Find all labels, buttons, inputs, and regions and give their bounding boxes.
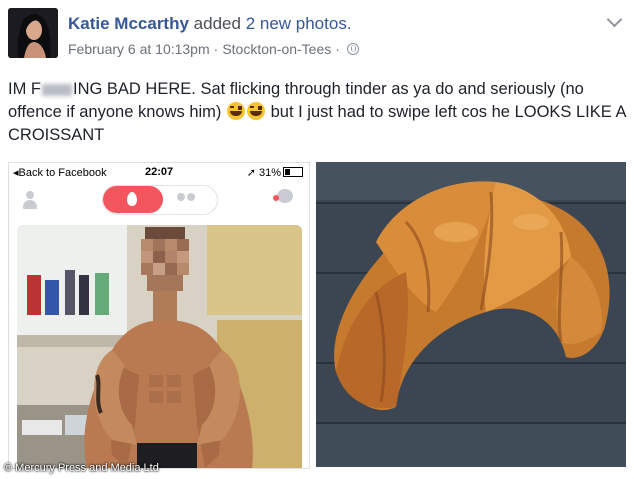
photos-link[interactable]: 2 new photos. bbox=[246, 14, 352, 33]
tinder-mode-toggle bbox=[102, 185, 218, 215]
post-meta: February 6 at 10:13pm · Stockton-on-Tees… bbox=[68, 41, 359, 57]
flame-icon bbox=[127, 192, 137, 206]
battery-icon bbox=[283, 167, 303, 177]
avatar[interactable] bbox=[8, 8, 58, 58]
meta-separator-2: · bbox=[335, 41, 340, 57]
post-text: IM F ING BAD HERE. Sat flicking through t… bbox=[8, 80, 626, 144]
post-location[interactable]: Stockton-on-Tees bbox=[222, 41, 331, 57]
post-date[interactable]: February 6 at 10:13pm bbox=[68, 41, 210, 57]
photo-tinder-screenshot[interactable]: ◂Back to Facebook 22:07 ➚ 31% bbox=[8, 162, 310, 469]
facebook-post: Katie Mccarthy added 2 new photos. Febru… bbox=[0, 0, 634, 479]
face-with-tears-of-joy-icon bbox=[227, 102, 245, 120]
photo-credit-watermark: © Mercury Press and Media Ltd bbox=[4, 462, 159, 474]
face-with-tears-of-joy-icon bbox=[247, 102, 265, 120]
back-to-facebook-link: ◂Back to Facebook bbox=[13, 167, 107, 179]
status-bar: ◂Back to Facebook 22:07 ➚ 31% bbox=[9, 163, 309, 181]
chevron-down-icon[interactable] bbox=[606, 11, 623, 28]
battery-status: ➚ 31% bbox=[247, 166, 303, 179]
globe-icon[interactable] bbox=[346, 43, 359, 55]
post-header: Katie Mccarthy added 2 new photos. bbox=[68, 14, 352, 34]
person-icon bbox=[23, 191, 37, 209]
photo-croissant[interactable] bbox=[316, 162, 626, 467]
group-icon bbox=[175, 193, 201, 207]
status-time: 22:07 bbox=[145, 166, 174, 178]
tinder-top-bar bbox=[9, 183, 309, 219]
censored-word bbox=[42, 83, 72, 96]
author-name[interactable]: Katie Mccarthy bbox=[68, 14, 189, 33]
meta-separator: · bbox=[213, 41, 219, 57]
chat-icon bbox=[273, 189, 295, 207]
action-text: added 2 new photos. bbox=[193, 14, 352, 33]
profile-card-photo bbox=[17, 225, 302, 468]
